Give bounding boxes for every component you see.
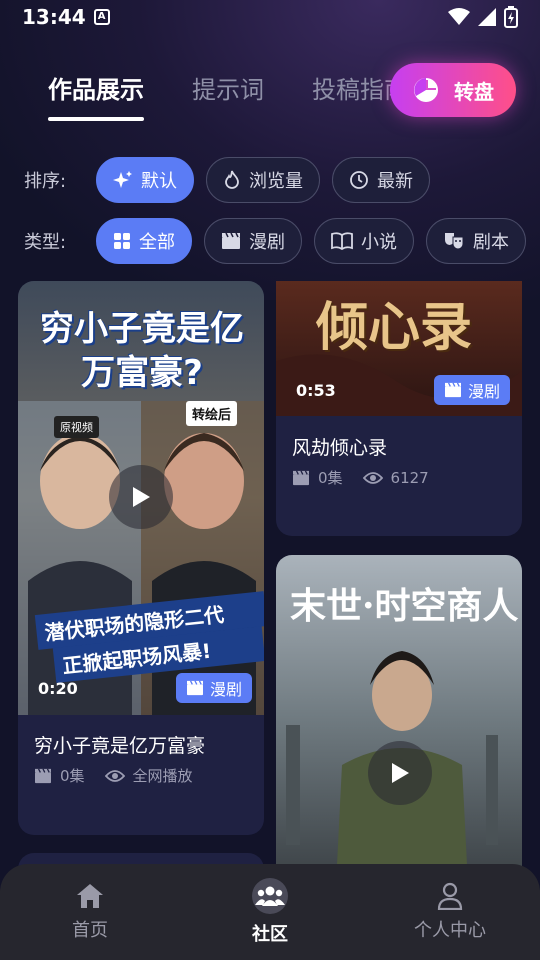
tab-showcase[interactable]: 作品展示 bbox=[48, 70, 144, 121]
bottom-nav: 首页 社区 个人中心 bbox=[0, 864, 540, 960]
nav-home-label: 首页 bbox=[72, 920, 108, 941]
work-card[interactable]: 倾心录 0:53 漫剧 风劫倾心录 0集 6127 bbox=[276, 281, 522, 536]
status-time: 13:44 bbox=[22, 5, 86, 29]
home-icon bbox=[77, 884, 103, 908]
category-novel-label: 小说 bbox=[361, 232, 397, 253]
eye-icon bbox=[104, 769, 125, 782]
play-button[interactable] bbox=[109, 465, 173, 529]
clapperboard-icon bbox=[293, 470, 309, 485]
poster-headline: 末世·时空商人 bbox=[290, 585, 519, 627]
category-script-label: 剧本 bbox=[473, 232, 509, 253]
pie-chart-icon bbox=[414, 78, 438, 102]
work-card[interactable]: 穷小子竟是亿万富豪? 原视频 转绘后 潜伏职场的隐形二代 正掀起职场风暴! 0:… bbox=[18, 281, 264, 835]
card-title: 穷小子竟是亿万富豪 bbox=[34, 735, 206, 757]
status-badge: A bbox=[93, 9, 110, 25]
play-icon bbox=[133, 487, 150, 507]
poster-tag-original: 原视频 bbox=[54, 416, 99, 438]
card-thumbnail: 倾心录 0:53 漫剧 bbox=[276, 281, 522, 416]
work-card[interactable]: 末世·时空商人 bbox=[276, 555, 522, 885]
eye-icon bbox=[362, 471, 383, 484]
clock-icon bbox=[350, 171, 368, 189]
book-icon bbox=[331, 232, 353, 250]
card-thumbnail: 末世·时空商人 bbox=[276, 555, 522, 885]
episode-count: 0集 bbox=[60, 767, 85, 785]
sort-label: 排序: bbox=[24, 171, 67, 192]
sort-views-chip[interactable]: 浏览量 bbox=[206, 157, 320, 203]
card-title: 风劫倾心录 bbox=[292, 437, 388, 459]
user-icon bbox=[437, 882, 463, 910]
play-button[interactable] bbox=[368, 741, 432, 805]
card-meta: 0集 6127 bbox=[292, 467, 429, 488]
poster-headline: 倾心录 bbox=[316, 297, 473, 358]
flame-icon bbox=[225, 170, 239, 189]
type-badge: 漫剧 bbox=[434, 375, 511, 405]
category-row: 类型: 全部 漫剧 小说 剧本 bbox=[24, 218, 526, 264]
wheel-button[interactable]: 转盘 bbox=[390, 63, 516, 117]
sparkle-icon bbox=[113, 171, 132, 188]
top-tabs: 作品展示 提示词 投稿指南 bbox=[48, 70, 408, 121]
sort-latest-chip[interactable]: 最新 bbox=[332, 157, 430, 203]
tab-prompts[interactable]: 提示词 bbox=[192, 70, 264, 105]
clapperboard-icon bbox=[187, 680, 203, 696]
type-badge: 漫剧 bbox=[176, 673, 253, 703]
episode-count: 0集 bbox=[318, 469, 343, 487]
view-count: 全网播放 bbox=[132, 767, 193, 785]
sort-row: 排序: 默认 浏览量 最新 bbox=[24, 157, 430, 203]
category-comic-label: 漫剧 bbox=[249, 232, 285, 253]
community-icon bbox=[252, 878, 288, 914]
category-novel-chip[interactable]: 小说 bbox=[314, 218, 414, 264]
card-meta: 0集 全网播放 bbox=[34, 765, 193, 786]
sort-default-chip[interactable]: 默认 bbox=[96, 157, 194, 203]
clapperboard-icon bbox=[445, 382, 461, 398]
wifi-icon bbox=[448, 8, 470, 25]
video-duration: 0:20 bbox=[38, 679, 78, 698]
sort-views-label: 浏览量 bbox=[249, 171, 303, 192]
video-duration: 0:53 bbox=[296, 381, 336, 400]
battery-icon bbox=[504, 6, 518, 28]
type-badge-label: 漫剧 bbox=[210, 680, 243, 699]
category-all-chip[interactable]: 全部 bbox=[96, 218, 192, 264]
category-label: 类型: bbox=[24, 232, 67, 253]
poster-tag-redrawn: 转绘后 bbox=[186, 401, 238, 426]
status-bar: 13:44 A bbox=[0, 0, 540, 34]
nav-community[interactable]: 社区 bbox=[200, 878, 340, 946]
poster-headline: 穷小子竟是亿万富豪? bbox=[40, 309, 244, 393]
play-icon bbox=[392, 763, 409, 783]
wheel-button-label: 转盘 bbox=[454, 79, 494, 104]
category-script-chip[interactable]: 剧本 bbox=[426, 218, 526, 264]
view-count: 6127 bbox=[390, 468, 429, 487]
category-all-label: 全部 bbox=[139, 232, 175, 253]
card-thumbnail: 穷小子竟是亿万富豪? 原视频 转绘后 潜伏职场的隐形二代 正掀起职场风暴! 0:… bbox=[18, 281, 264, 715]
sort-default-label: 默认 bbox=[141, 171, 177, 192]
signal-icon bbox=[478, 8, 496, 26]
masks-icon bbox=[445, 233, 464, 250]
nav-community-label: 社区 bbox=[252, 924, 288, 945]
clapperboard-icon bbox=[222, 232, 240, 249]
category-comic-chip[interactable]: 漫剧 bbox=[204, 218, 302, 264]
nav-profile[interactable]: 个人中心 bbox=[380, 882, 520, 942]
grid-icon bbox=[114, 233, 130, 249]
nav-home[interactable]: 首页 bbox=[20, 882, 160, 942]
sort-latest-label: 最新 bbox=[377, 171, 413, 192]
clapperboard-icon bbox=[35, 768, 51, 783]
nav-profile-label: 个人中心 bbox=[414, 920, 486, 941]
type-badge-label: 漫剧 bbox=[468, 382, 501, 401]
